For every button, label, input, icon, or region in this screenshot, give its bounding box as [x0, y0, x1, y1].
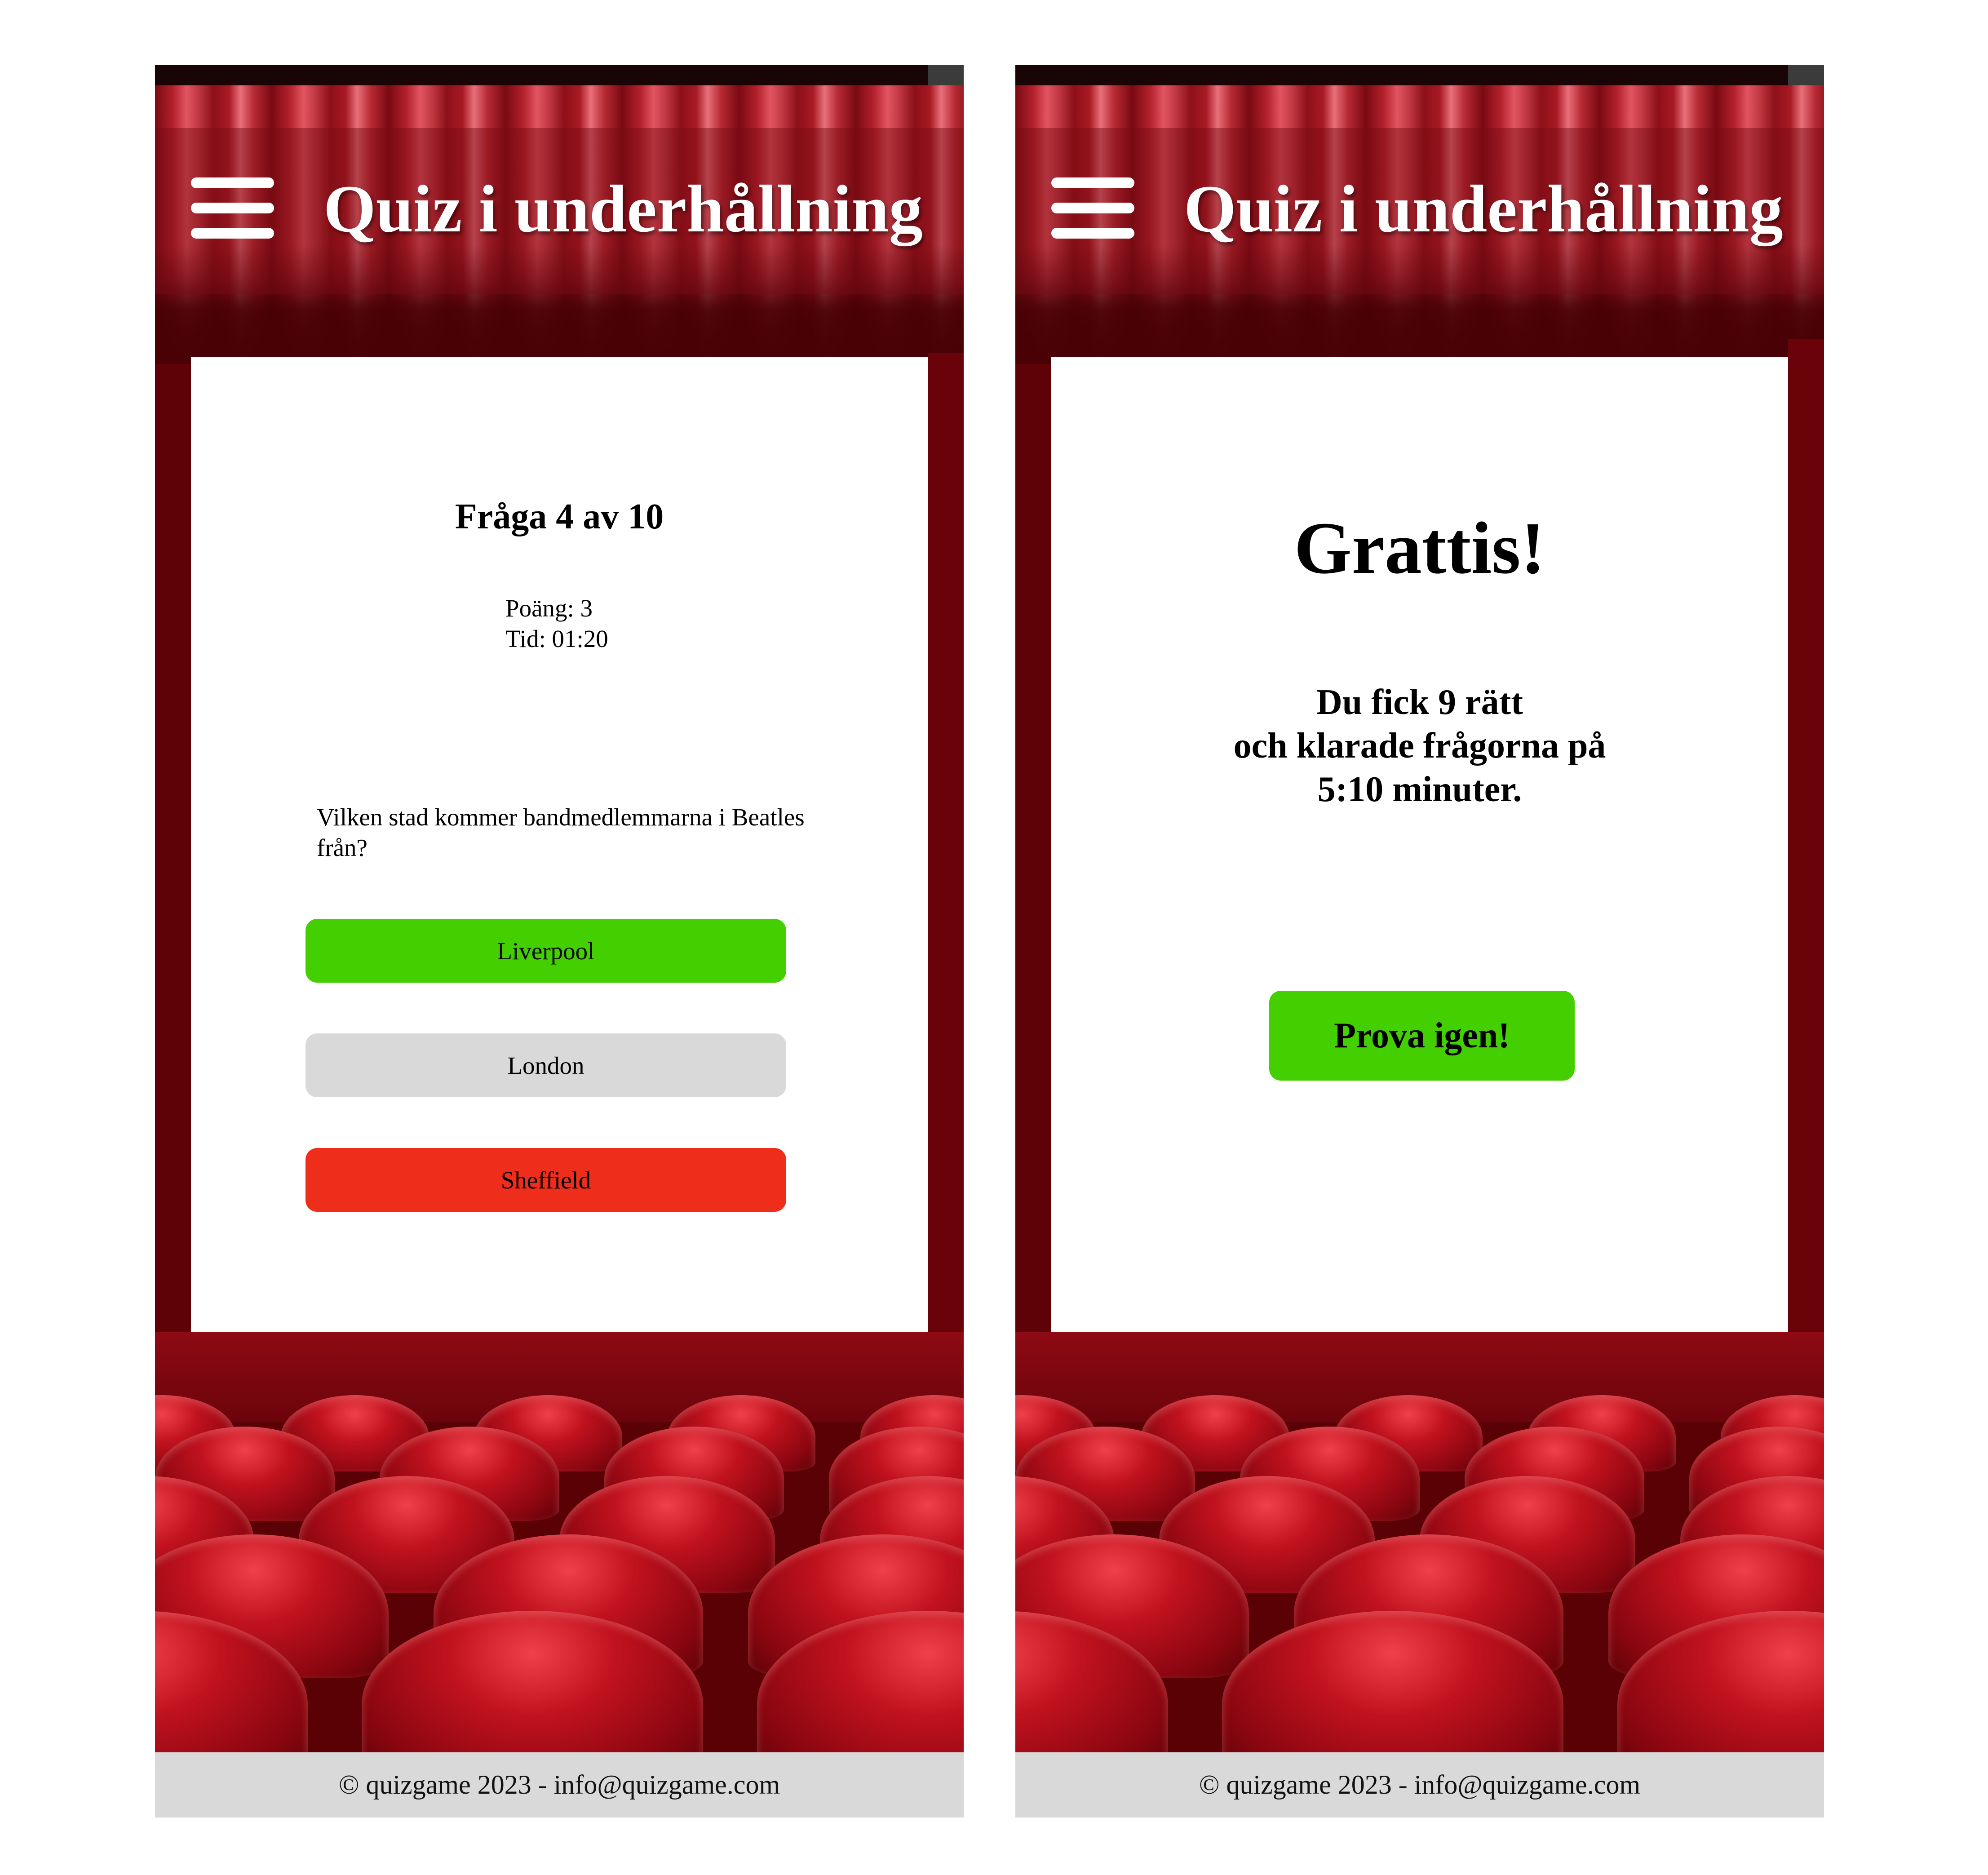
result-summary: Du fick 9 rätt och klarade frågorna på 5…	[1051, 681, 1788, 811]
stage-post	[928, 353, 964, 1503]
stage-post	[1788, 339, 1824, 1489]
answer-button-liverpool[interactable]: Liverpool	[306, 919, 786, 983]
header: Quiz i underhållning	[1015, 128, 1824, 294]
status-bar	[155, 65, 964, 85]
theater-seats-image	[1015, 1332, 1824, 1752]
result-line-3: 5:10 minuter.	[1317, 770, 1522, 809]
answer-button-london[interactable]: London	[306, 1033, 786, 1097]
time-label: Tid: 01:20	[505, 625, 608, 652]
result-line-1: Du fick 9 rätt	[1316, 683, 1523, 722]
theater-seats-image	[155, 1332, 964, 1752]
answer-button-sheffield[interactable]: Sheffield	[306, 1148, 786, 1212]
question-text: Vilken stad kommer bandmedlemmarna i Bea…	[317, 803, 805, 861]
footer: © quizgame 2023 - info@quizgame.com	[155, 1752, 964, 1817]
result-heading: Grattis!	[1294, 507, 1545, 589]
quiz-card: Fråga 4 av 10 Poäng: 3 Tid: 01:20 Vilken…	[191, 357, 928, 1332]
question-counter: Fråga 4 av 10	[455, 497, 664, 536]
page-title: Quiz i underhållning	[1184, 172, 1783, 246]
score-and-time: Poäng: 3 Tid: 01:20	[505, 593, 608, 654]
hamburger-menu-icon[interactable]	[1051, 177, 1134, 240]
retry-button[interactable]: Prova igen!	[1269, 991, 1575, 1081]
page-title: Quiz i underhållning	[323, 172, 923, 246]
result-card: Grattis! Du fick 9 rätt och klarade fråg…	[1051, 357, 1788, 1332]
header: Quiz i underhållning	[155, 128, 964, 294]
score-label: Poäng: 3	[505, 594, 593, 622]
hamburger-menu-icon[interactable]	[191, 177, 274, 240]
result-line-2: och klarade frågorna på	[1233, 726, 1606, 766]
footer: © quizgame 2023 - info@quizgame.com	[1015, 1752, 1824, 1817]
quiz-screen: Quiz i underhållning Fråga 4 av 10 Poäng…	[155, 65, 964, 1817]
status-bar	[1015, 65, 1824, 85]
result-screen: Quiz i underhållning Grattis! Du fick 9 …	[1015, 65, 1824, 1817]
